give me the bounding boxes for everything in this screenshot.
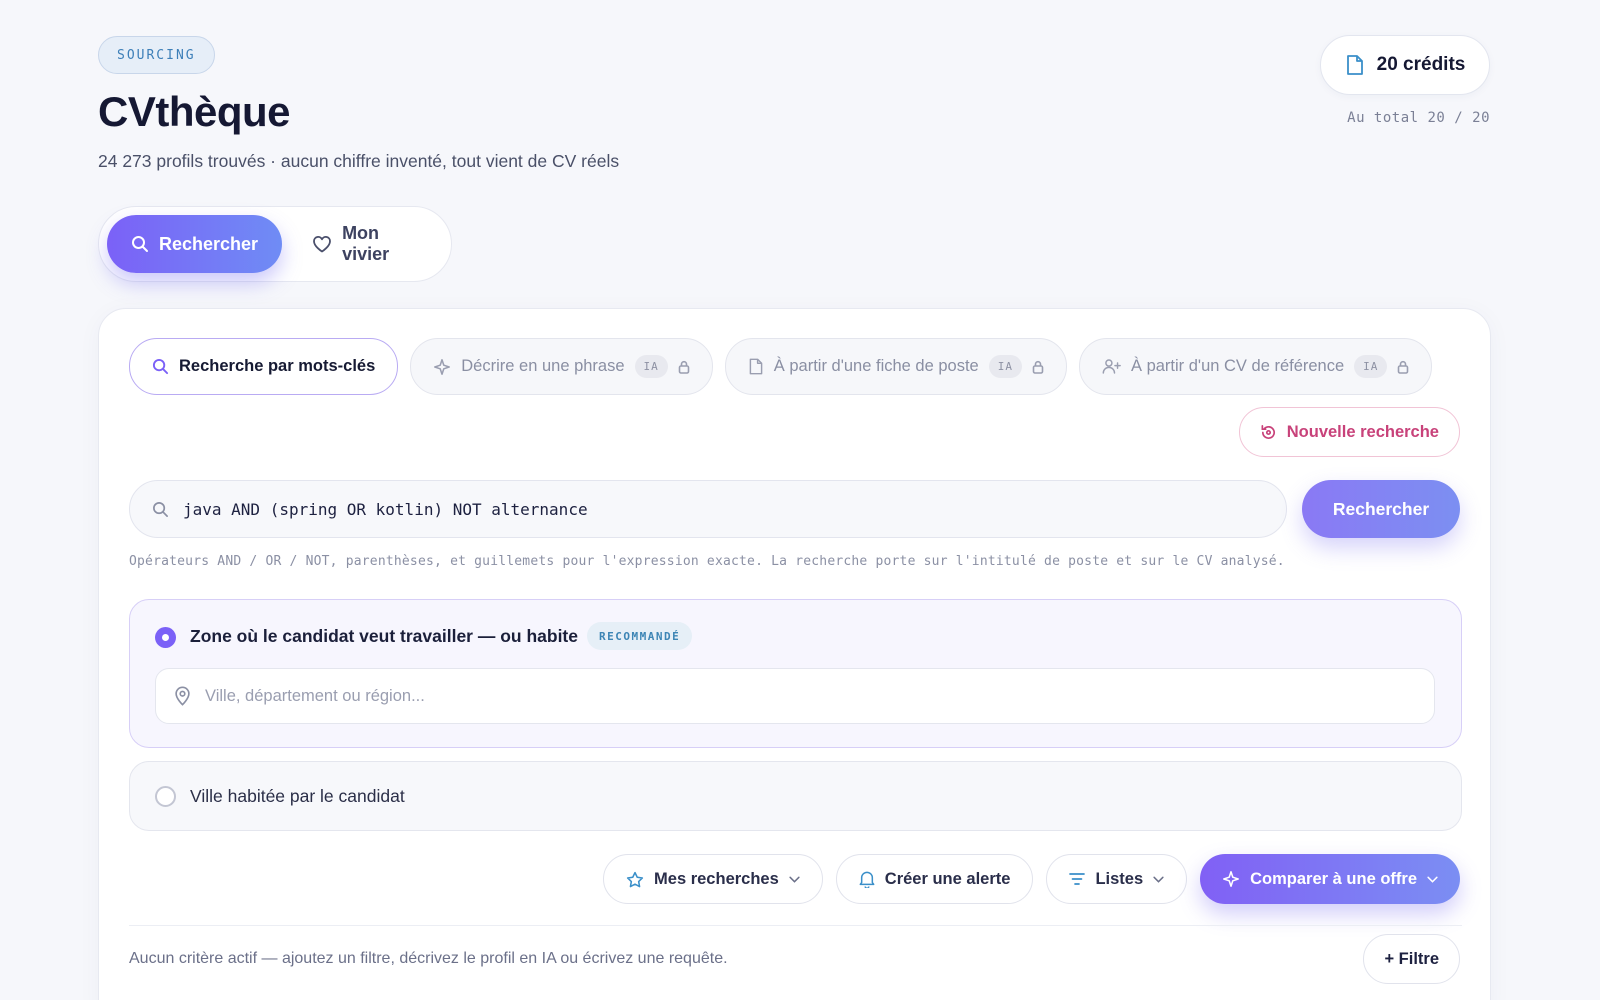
tab-reference-cv-label: À partir d'un CV de référence: [1130, 357, 1345, 375]
bell-icon: [859, 870, 875, 888]
create-alert-label: Créer une alerte: [884, 869, 1011, 888]
new-search-button[interactable]: Nouvelle recherche: [1238, 407, 1460, 457]
search-icon: [152, 501, 169, 518]
tab-pool-label: Mon vivier: [342, 223, 390, 264]
credits-label: 20 crédits: [1376, 54, 1466, 75]
document-icon: [1345, 54, 1365, 76]
ia-chip: IA: [1354, 355, 1388, 378]
page-title: CVthèque: [98, 88, 291, 135]
location-option-zone[interactable]: Zone où le candidat veut travailler — ou…: [129, 599, 1462, 748]
credits-button[interactable]: 20 crédits: [1320, 35, 1490, 95]
tab-describe[interactable]: Décrire en une phrase IA: [410, 338, 713, 395]
location-input[interactable]: [205, 686, 1385, 706]
sparkle-icon: [1222, 870, 1240, 888]
lock-icon: [678, 360, 690, 374]
section-badge: SOURCING: [98, 36, 215, 74]
search-panel: Recherche par mots-clés Décrire en une p…: [98, 308, 1491, 1000]
lock-icon: [1397, 360, 1409, 374]
new-search-label: Nouvelle recherche: [1286, 422, 1439, 441]
chevron-down-icon: [789, 876, 800, 883]
query-input[interactable]: [183, 499, 1243, 519]
tab-describe-label: Décrire en une phrase: [461, 357, 625, 375]
tab-reference-cv[interactable]: À partir d'un CV de référence IA: [1078, 338, 1433, 395]
map-pin-icon: [174, 686, 191, 706]
search-icon: [152, 358, 169, 375]
compare-offer-button[interactable]: Comparer à une offre: [1200, 854, 1460, 904]
location-option-city[interactable]: Ville habitée par le candidat: [129, 761, 1462, 831]
lock-icon: [1032, 360, 1044, 374]
saved-searches-label: Mes recherches: [654, 869, 779, 888]
sparkle-icon: [433, 358, 451, 376]
recommended-badge: RECOMMANDÉ: [587, 622, 693, 650]
filter-lines-icon: [1069, 872, 1086, 886]
query-help: Opérateurs AND / OR / NOT, parenthèses, …: [129, 554, 1285, 569]
reset-icon: [1260, 424, 1277, 441]
chevron-down-icon: [1427, 876, 1438, 883]
mode-toggle: Rechercher Mon vivier: [98, 206, 452, 282]
city-label: Ville habitée par le candidat: [190, 786, 405, 806]
tab-search-label: Rechercher: [159, 233, 259, 254]
run-search-button[interactable]: Rechercher: [1302, 480, 1460, 538]
search-type-tabs: Recherche par mots-clés Décrire en une p…: [129, 338, 1433, 395]
chevron-down-icon: [1153, 876, 1164, 883]
zone-label: Zone où le candidat veut travailler — ou…: [190, 626, 578, 646]
document-icon: [748, 357, 764, 376]
ia-chip: IA: [634, 355, 668, 378]
tab-job-description[interactable]: À partir d'une fiche de poste IA: [724, 338, 1067, 395]
query-field[interactable]: [129, 480, 1287, 538]
city-radio[interactable]: [155, 786, 176, 807]
lists-label: Listes: [1095, 869, 1144, 888]
user-plus-icon: [1102, 358, 1121, 375]
empty-criteria-text: Aucun critère actif — ajoutez un filtre,…: [129, 950, 728, 967]
tab-job-description-label: À partir d'une fiche de poste: [773, 357, 979, 375]
star-icon: [626, 871, 644, 888]
compare-offer-label: Comparer à une offre: [1250, 869, 1417, 888]
ia-chip: IA: [988, 355, 1022, 378]
lists-button[interactable]: Listes: [1046, 854, 1188, 904]
divider: [129, 925, 1462, 926]
heart-icon: [312, 235, 332, 253]
tab-search[interactable]: Rechercher: [107, 215, 283, 273]
action-bar: Mes recherches Créer une alerte Listes C…: [603, 854, 1460, 904]
tab-keywords[interactable]: Recherche par mots-clés: [129, 338, 399, 395]
create-alert-button[interactable]: Créer une alerte: [835, 854, 1034, 904]
location-field[interactable]: [155, 668, 1435, 724]
results-summary: 24 273 profils trouvés · aucun chiffre i…: [98, 151, 620, 171]
search-icon: [131, 235, 149, 253]
tab-pool[interactable]: Mon vivier: [288, 215, 443, 273]
add-filter-button[interactable]: + Filtre: [1363, 934, 1460, 984]
credits-total: Au total 20 / 20: [1347, 110, 1490, 126]
saved-searches-button[interactable]: Mes recherches: [603, 854, 823, 904]
zone-radio[interactable]: [155, 627, 176, 648]
tab-keywords-label: Recherche par mots-clés: [179, 357, 376, 375]
